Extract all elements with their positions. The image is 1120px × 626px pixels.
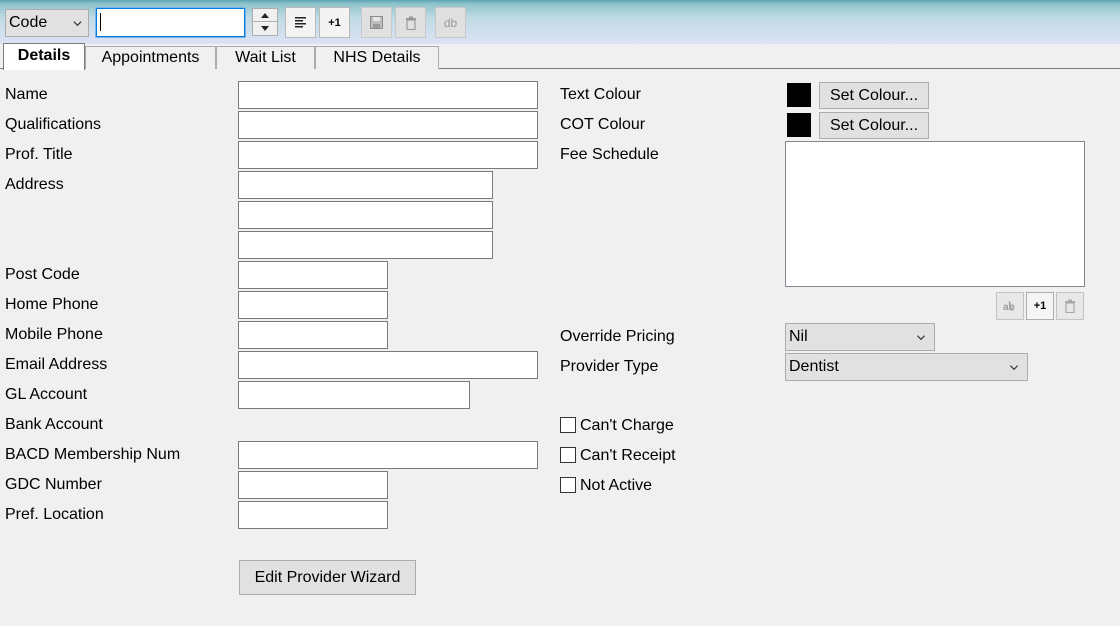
home-phone-field[interactable] — [238, 291, 388, 319]
svg-text:ab: ab — [1003, 302, 1015, 312]
floppy-disk-icon — [370, 16, 383, 29]
override-pricing-label: Override Pricing — [560, 328, 675, 345]
name-label: Name — [5, 86, 48, 103]
trash-icon — [405, 16, 416, 30]
set-cot-colour-button[interactable]: Set Colour... — [819, 112, 929, 139]
not-active-label: Not Active — [580, 477, 653, 494]
tab-nhs-details[interactable]: NHS Details — [315, 46, 439, 69]
email-address-field[interactable] — [238, 351, 538, 379]
save-button[interactable] — [361, 7, 392, 38]
set-colour-label: Set Colour... — [829, 116, 919, 134]
gl-account-field[interactable] — [238, 381, 470, 409]
edit-provider-wizard-label: Edit Provider Wizard — [254, 568, 401, 586]
mobile-phone-field[interactable] — [238, 321, 388, 349]
plus-one-icon: +1 — [1033, 300, 1047, 312]
cot-colour-swatch — [787, 113, 811, 137]
tab-label: Wait List — [235, 49, 296, 66]
arrow-up-icon — [261, 13, 269, 18]
tab-wait-list[interactable]: Wait List — [216, 46, 315, 69]
text-caret — [100, 13, 101, 31]
arrow-down-icon — [261, 26, 269, 31]
set-colour-label: Set Colour... — [829, 86, 919, 104]
home-phone-label: Home Phone — [5, 296, 99, 313]
address-line-3-field[interactable] — [238, 231, 493, 259]
edit-provider-wizard-button[interactable]: Edit Provider Wizard — [239, 560, 416, 595]
text-colour-label: Text Colour — [560, 86, 641, 103]
fee-schedule-list[interactable] — [785, 141, 1085, 287]
post-code-field[interactable] — [238, 261, 388, 289]
cant-receipt-label: Can't Receipt — [580, 447, 676, 464]
tab-details[interactable]: Details — [3, 43, 85, 70]
spinner-up-button[interactable] — [253, 9, 277, 22]
chevron-down-icon — [1009, 365, 1019, 371]
cot-colour-label: COT Colour — [560, 116, 646, 133]
search-input[interactable] — [95, 7, 246, 38]
chevron-down-icon — [916, 335, 926, 341]
fee-schedule-add-button[interactable]: +1 — [1026, 292, 1054, 320]
fee-schedule-label: Fee Schedule — [560, 146, 659, 163]
text-colour-swatch — [787, 83, 811, 107]
plus-one-icon: +1 — [328, 16, 341, 29]
bank-account-label: Bank Account — [5, 416, 103, 433]
fee-schedule-delete-button[interactable] — [1056, 292, 1084, 320]
record-spinner[interactable] — [252, 8, 278, 36]
provider-type-label: Provider Type — [560, 358, 659, 375]
cant-receipt-checkbox[interactable] — [560, 447, 576, 463]
fee-schedule-edit-button[interactable]: ab — [996, 292, 1024, 320]
database-button[interactable]: db — [435, 7, 466, 38]
cant-charge-label: Can't Charge — [580, 417, 674, 434]
pref-location-field[interactable] — [238, 501, 388, 529]
bacd-membership-field[interactable] — [238, 441, 538, 469]
delete-button[interactable] — [395, 7, 426, 38]
edit-icon: ab — [1003, 300, 1015, 312]
bacd-membership-label: BACD Membership Num — [5, 446, 181, 463]
align-button[interactable] — [285, 7, 316, 38]
address-line-2-field[interactable] — [238, 201, 493, 229]
override-pricing-value: Nil — [789, 328, 808, 345]
not-active-checkbox[interactable] — [560, 477, 576, 493]
email-address-label: Email Address — [5, 356, 108, 373]
address-label: Address — [5, 176, 64, 193]
spinner-down-button[interactable] — [253, 22, 277, 35]
prof-title-label: Prof. Title — [5, 146, 73, 163]
qualifications-field[interactable] — [238, 111, 538, 139]
set-text-colour-button[interactable]: Set Colour... — [819, 82, 929, 109]
address-line-1-field[interactable] — [238, 171, 493, 199]
search-field-combo-value: Code — [9, 14, 48, 31]
override-pricing-dropdown[interactable]: Nil — [785, 323, 935, 351]
tab-label: Details — [17, 47, 71, 64]
cant-charge-checkbox[interactable] — [560, 417, 576, 433]
gl-account-label: GL Account — [5, 386, 88, 403]
pref-location-label: Pref. Location — [5, 506, 104, 523]
tab-label: NHS Details — [333, 49, 421, 66]
align-left-icon — [294, 17, 306, 28]
add-record-button[interactable]: +1 — [319, 7, 350, 38]
post-code-label: Post Code — [5, 266, 80, 283]
provider-type-dropdown[interactable]: Dentist — [785, 353, 1028, 381]
gdc-number-field[interactable] — [238, 471, 388, 499]
name-field[interactable] — [238, 81, 538, 109]
search-field-combo[interactable]: Code — [5, 9, 89, 37]
mobile-phone-label: Mobile Phone — [5, 326, 103, 343]
tab-label: Appointments — [101, 49, 200, 66]
prof-title-field[interactable] — [238, 141, 538, 169]
db-icon: db — [443, 15, 458, 30]
qualifications-label: Qualifications — [5, 116, 102, 133]
provider-type-value: Dentist — [789, 358, 839, 375]
tab-appointments[interactable]: Appointments — [85, 46, 216, 69]
trash-icon — [1065, 299, 1075, 313]
gdc-number-label: GDC Number — [5, 476, 102, 493]
chevron-down-icon — [73, 21, 82, 27]
